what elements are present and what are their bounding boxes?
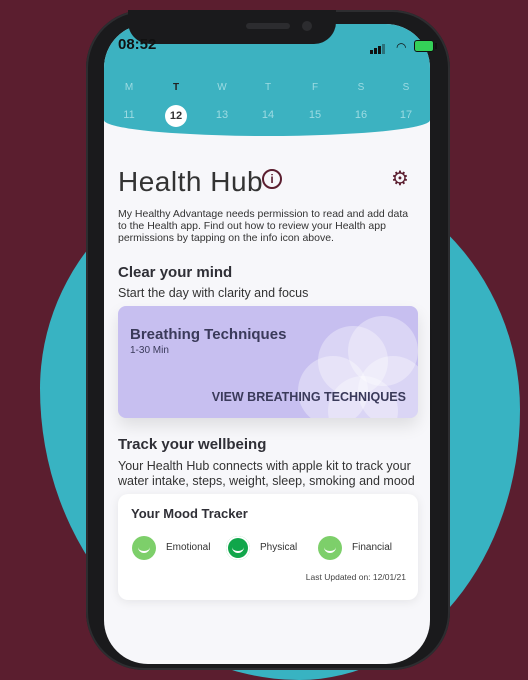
signal-icon xyxy=(370,50,373,54)
week-strip: M 11 T 12 W 13 T 14 F 15 S 16 S 17 xyxy=(104,82,430,128)
battery-icon xyxy=(414,40,437,52)
mood-tracker-title: Your Mood Tracker xyxy=(131,506,248,521)
mood-tracker-card[interactable]: Your Mood Tracker Emotional Physical Fin… xyxy=(118,494,418,600)
permission-text: My Healthy Advantage needs permission to… xyxy=(118,208,409,244)
clear-mind-heading: Clear your mind xyxy=(118,264,233,281)
day-tuesday-selected[interactable]: T 12 xyxy=(161,82,191,127)
speaker-grille xyxy=(246,23,290,29)
last-updated-text: Last Updated on: 12/01/21 xyxy=(305,572,406,582)
front-camera xyxy=(302,21,312,31)
clear-mind-subheading: Start the day with clarity and focus xyxy=(118,286,309,300)
wellbeing-description: Your Health Hub connects with apple kit … xyxy=(118,459,415,488)
breathing-techniques-card[interactable]: Breathing Techniques 1-30 Min VIEW BREAT… xyxy=(118,306,418,418)
day-sunday[interactable]: S 17 xyxy=(391,82,421,121)
smiley-icon xyxy=(318,536,342,560)
breathing-card-duration: 1-30 Min xyxy=(130,345,169,356)
breathing-card-title: Breathing Techniques xyxy=(130,326,287,343)
view-breathing-techniques-button[interactable]: VIEW BREATHING TECHNIQUES xyxy=(212,390,406,404)
day-wednesday[interactable]: W 13 xyxy=(207,82,237,121)
status-icons: ◠ xyxy=(370,38,437,54)
info-icon[interactable]: i xyxy=(262,169,282,189)
day-friday[interactable]: F 15 xyxy=(300,82,330,121)
day-saturday[interactable]: S 16 xyxy=(346,82,376,121)
day-monday[interactable]: M 11 xyxy=(114,82,144,121)
smiley-icon xyxy=(132,536,156,560)
page-title: Health Hub xyxy=(118,166,264,197)
wellbeing-heading: Track your wellbeing xyxy=(118,436,267,453)
smiley-icon xyxy=(226,536,250,560)
gear-icon[interactable]: ⚙ xyxy=(391,166,409,191)
wifi-icon: ◠ xyxy=(396,40,407,54)
day-thursday[interactable]: T 14 xyxy=(253,82,283,121)
status-time: 08:52 xyxy=(118,36,157,53)
